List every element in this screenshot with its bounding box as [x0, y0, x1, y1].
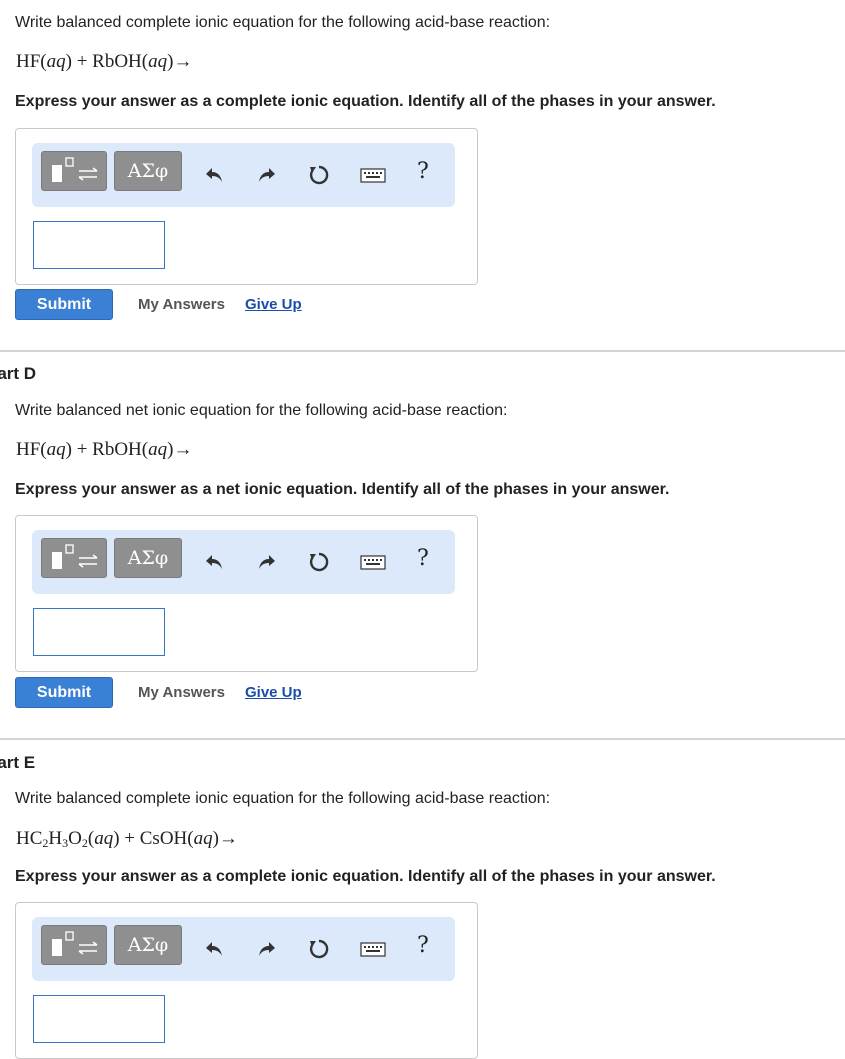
section-divider	[0, 350, 845, 352]
give-up-link[interactable]: Give Up	[245, 296, 302, 313]
part-c-prompt: Write balanced complete ionic equation f…	[15, 14, 551, 31]
equation-toolbar: ΑΣφ ?	[32, 530, 455, 594]
templates-button[interactable]	[41, 538, 107, 578]
greek-symbols-button[interactable]: ΑΣφ	[114, 538, 182, 578]
reset-icon[interactable]	[307, 937, 331, 961]
give-up-link[interactable]: Give Up	[245, 684, 302, 701]
part-d-instruction: Express your answer as a net ionic equat…	[15, 481, 670, 498]
help-button[interactable]: ?	[417, 159, 429, 184]
part-d-label: Part D	[0, 364, 37, 383]
answer-input[interactable]	[33, 608, 165, 656]
part-c-answer-box: ΑΣφ ?	[15, 128, 478, 285]
my-answers-link[interactable]: My Answers	[138, 684, 225, 701]
keyboard-icon[interactable]	[360, 163, 386, 187]
undo-icon[interactable]	[203, 163, 227, 187]
equation-toolbar: ΑΣφ ?	[32, 917, 455, 981]
reset-icon[interactable]	[307, 163, 331, 187]
keyboard-icon[interactable]	[360, 937, 386, 961]
part-e-instruction: Express your answer as a complete ionic …	[15, 868, 716, 885]
reset-icon[interactable]	[307, 550, 331, 574]
help-button[interactable]: ?	[417, 546, 429, 571]
templates-icon	[52, 157, 98, 182]
part-d-equation: HF(aq) + RbOH(aq)→	[16, 439, 193, 460]
part-c-instruction: Express your answer as a complete ionic …	[15, 93, 716, 110]
redo-icon[interactable]	[254, 163, 278, 187]
undo-icon[interactable]	[203, 550, 227, 574]
templates-button[interactable]	[41, 925, 107, 965]
greek-symbols-button[interactable]: ΑΣφ	[114, 151, 182, 191]
keyboard-icon[interactable]	[360, 550, 386, 574]
my-answers-link[interactable]: My Answers	[138, 296, 225, 313]
part-e-equation: HC2H3O2(aq) + CsOH(aq)→	[16, 828, 238, 850]
redo-icon[interactable]	[254, 937, 278, 961]
answer-input[interactable]	[33, 221, 165, 269]
undo-icon[interactable]	[203, 937, 227, 961]
part-d-answer-box: ΑΣφ ?	[15, 515, 478, 672]
part-d-prompt: Write balanced net ionic equation for th…	[15, 402, 508, 419]
section-divider	[0, 738, 845, 740]
greek-symbols-button[interactable]: ΑΣφ	[114, 925, 182, 965]
part-e-label: Part E	[0, 753, 36, 772]
part-c-equation: HF(aq) + RbOH(aq)→	[16, 51, 193, 72]
templates-icon	[52, 544, 98, 569]
answer-input[interactable]	[33, 995, 165, 1043]
equation-toolbar: ΑΣφ ?	[32, 143, 455, 207]
part-e-prompt: Write balanced complete ionic equation f…	[15, 790, 551, 807]
part-e-answer-box: ΑΣφ ?	[15, 902, 478, 1059]
templates-icon	[52, 931, 98, 956]
submit-button[interactable]: Submit	[15, 677, 113, 708]
redo-icon[interactable]	[254, 550, 278, 574]
submit-button[interactable]: Submit	[15, 289, 113, 320]
templates-button[interactable]	[41, 151, 107, 191]
help-button[interactable]: ?	[417, 933, 429, 958]
